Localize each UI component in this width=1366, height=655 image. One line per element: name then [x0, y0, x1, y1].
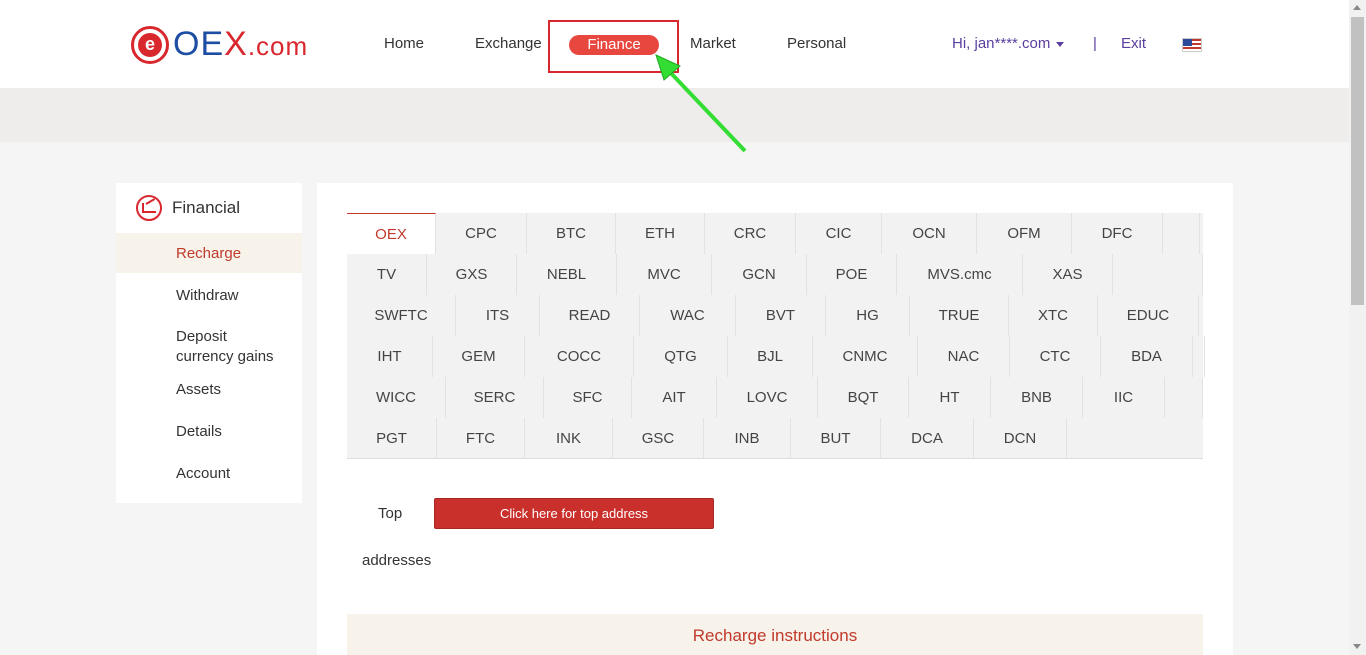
coin-tab-bda[interactable]: BDA: [1101, 336, 1193, 377]
coin-tab-mvc[interactable]: MVC: [617, 254, 712, 295]
sidebar-item-deposit-currency-gains[interactable]: Deposit currency gains: [116, 317, 302, 377]
coin-tab-xas[interactable]: XAS: [1023, 254, 1113, 295]
coin-tab-cpc[interactable]: CPC: [436, 213, 527, 254]
recharge-instructions-header[interactable]: Recharge instructions: [347, 614, 1203, 655]
main-panel: OEX CPC BTC ETH CRC CIC OCN OFM DFC TV GXS NEBL MVC G…: [317, 183, 1233, 655]
coin-tab-cnmc[interactable]: CNMC: [813, 336, 918, 377]
sidebar-item-account[interactable]: Account: [116, 461, 302, 485]
coin-tab-nebl[interactable]: NEBL: [517, 254, 617, 295]
scroll-down-icon[interactable]: [1353, 644, 1361, 649]
coin-tab-nac[interactable]: NAC: [918, 336, 1010, 377]
coin-tab-crc[interactable]: CRC: [705, 213, 796, 254]
coin-tab-mvs-cmc[interactable]: MVS.cmc: [897, 254, 1023, 295]
coin-tab-tv[interactable]: TV: [347, 254, 427, 295]
coin-row-filler: [1165, 377, 1203, 418]
sidebar-item-recharge[interactable]: Recharge: [116, 233, 302, 273]
coin-tab-xtc[interactable]: XTC: [1009, 295, 1098, 336]
sidebar: Financial Recharge Withdraw Deposit curr…: [116, 183, 302, 503]
coin-tab-gxs[interactable]: GXS: [427, 254, 517, 295]
exit-link[interactable]: Exit: [1121, 35, 1146, 52]
coin-tab-iic[interactable]: IIC: [1083, 377, 1165, 418]
coin-tab-ftc[interactable]: FTC: [437, 418, 525, 459]
scroll-thumb[interactable]: [1351, 17, 1364, 305]
coin-row: TV GXS NEBL MVC GCN POE MVS.cmc XAS: [347, 254, 1203, 295]
coin-tab-dcn[interactable]: DCN: [974, 418, 1067, 459]
top-address-button[interactable]: Click here for top address: [434, 498, 714, 529]
coin-tab-but[interactable]: BUT: [791, 418, 881, 459]
coin-row-filler: [1113, 254, 1203, 295]
user-greeting: Hi, jan****.com: [952, 35, 1051, 52]
coin-tab-lovc[interactable]: LOVC: [717, 377, 818, 418]
coin-tab-cic[interactable]: CIC: [796, 213, 882, 254]
coin-tab-read[interactable]: READ: [540, 295, 640, 336]
coin-tab-ink[interactable]: INK: [525, 418, 613, 459]
coin-tab-educ[interactable]: EDUC: [1098, 295, 1199, 336]
coin-tab-bvt[interactable]: BVT: [736, 295, 826, 336]
sidebar-item-details[interactable]: Details: [116, 401, 302, 461]
user-menu[interactable]: Hi, jan****.com: [952, 35, 1065, 52]
logo-wordmark: OEX.com: [173, 25, 309, 63]
coin-row-filler: [1163, 213, 1200, 254]
coin-row: WICC SERC SFC AIT LOVC BQT HT BNB IIC: [347, 377, 1203, 418]
financial-chart-icon: [136, 195, 162, 221]
coin-tab-eth[interactable]: ETH: [616, 213, 705, 254]
coin-tab-iht[interactable]: IHT: [347, 336, 433, 377]
page-scrollbar[interactable]: [1349, 0, 1366, 655]
coin-row: OEX CPC BTC ETH CRC CIC OCN OFM DFC: [347, 213, 1200, 254]
sidebar-header: Financial: [116, 183, 302, 233]
coin-tab-ofm[interactable]: OFM: [977, 213, 1072, 254]
coin-tab-bjl[interactable]: BJL: [728, 336, 813, 377]
coin-tab-true[interactable]: TRUE: [910, 295, 1009, 336]
coin-tab-ht[interactable]: HT: [909, 377, 991, 418]
coin-tab-its[interactable]: ITS: [456, 295, 540, 336]
coin-tab-cocc[interactable]: COCC: [525, 336, 634, 377]
coin-tabs: OEX CPC BTC ETH CRC CIC OCN OFM DFC TV GXS NEBL MVC G…: [347, 213, 1205, 459]
coin-tab-ocn[interactable]: OCN: [882, 213, 977, 254]
header-separator: |: [1093, 35, 1097, 52]
addresses-label: addresses: [362, 552, 432, 569]
annotation-highlight-box: [548, 20, 679, 73]
sidebar-title: Financial: [172, 198, 241, 217]
banner-band: [0, 88, 1349, 142]
top-label: Top: [378, 505, 403, 522]
nav-personal[interactable]: Personal: [787, 35, 846, 52]
nav-exchange[interactable]: Exchange: [475, 35, 542, 52]
scroll-up-icon[interactable]: [1353, 5, 1361, 10]
caret-down-icon: [1056, 41, 1065, 47]
coin-tab-sfc[interactable]: SFC: [544, 377, 632, 418]
coin-tab-bnb[interactable]: BNB: [991, 377, 1083, 418]
us-flag-icon[interactable]: [1182, 38, 1202, 52]
coin-tab-hg[interactable]: HG: [826, 295, 910, 336]
coin-tab-swftc[interactable]: SWFTC: [347, 295, 456, 336]
coin-tab-wac[interactable]: WAC: [640, 295, 736, 336]
coin-tab-inb[interactable]: INB: [704, 418, 791, 459]
coin-tab-dca[interactable]: DCA: [881, 418, 974, 459]
coin-tab-qtg[interactable]: QTG: [634, 336, 728, 377]
coin-row: PGT FTC INK GSC INB BUT DCA DCN: [347, 418, 1067, 459]
logo-e-icon: e: [131, 25, 169, 64]
coin-row: IHT GEM COCC QTG BJL CNMC NAC CTC BDA: [347, 336, 1205, 377]
coin-tab-bqt[interactable]: BQT: [818, 377, 909, 418]
sidebar-item-assets[interactable]: Assets: [116, 377, 302, 401]
coin-tab-dfc[interactable]: DFC: [1072, 213, 1163, 254]
nav-market[interactable]: Market: [690, 35, 736, 52]
coin-tab-poe[interactable]: POE: [807, 254, 897, 295]
oex-logo[interactable]: e OEX.com: [131, 25, 308, 64]
coin-tab-btc[interactable]: BTC: [527, 213, 616, 254]
coin-tab-gcn[interactable]: GCN: [712, 254, 807, 295]
coin-tab-pgt[interactable]: PGT: [347, 418, 437, 459]
coin-tab-serc[interactable]: SERC: [446, 377, 544, 418]
coin-tab-oex[interactable]: OEX: [347, 213, 436, 254]
coin-tab-ctc[interactable]: CTC: [1010, 336, 1101, 377]
coin-row-filler: [1193, 336, 1205, 377]
coin-tab-gsc[interactable]: GSC: [613, 418, 704, 459]
coin-tab-gem[interactable]: GEM: [433, 336, 525, 377]
coin-tab-wicc[interactable]: WICC: [347, 377, 446, 418]
coin-tab-ait[interactable]: AIT: [632, 377, 717, 418]
coin-row: SWFTC ITS READ WAC BVT HG TRUE XTC EDUC: [347, 295, 1199, 336]
sidebar-item-withdraw[interactable]: Withdraw: [116, 273, 302, 317]
nav-home[interactable]: Home: [384, 35, 424, 52]
